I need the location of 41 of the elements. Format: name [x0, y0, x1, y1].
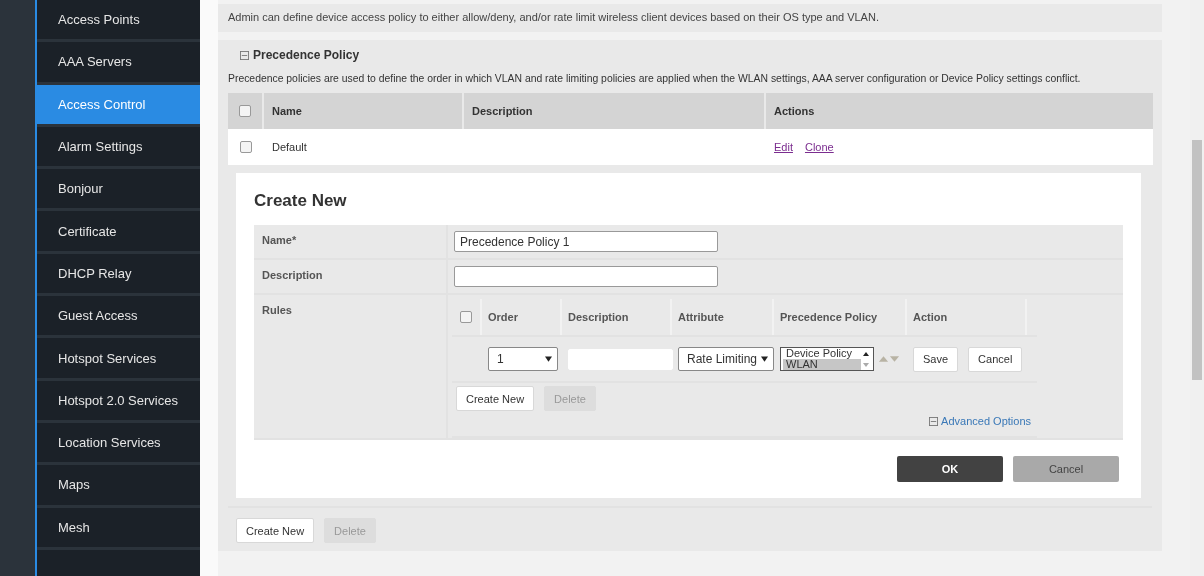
- action-link[interactable]: Clone: [804, 141, 834, 153]
- policy-listbox[interactable]: Device Policy WLAN: [780, 347, 874, 371]
- column-header: Precedence Policy: [774, 299, 907, 335]
- section-description: Precedence policies are used to define the order in which VLAN and rate limiting policies are applied when the WLAN settings, AAA server configuration or Device Policy settings conflict.: [228, 72, 1082, 86]
- cancel-button[interactable]: Cancel: [1013, 456, 1119, 482]
- action-link[interactable]: Edit: [774, 141, 793, 153]
- advanced-options-link[interactable]: Advanced Options: [941, 415, 1031, 427]
- column-header: Order: [482, 299, 562, 335]
- column-header: Attribute: [672, 299, 774, 335]
- sidebar-item[interactable]: Access Control: [37, 84, 200, 127]
- collapse-icon[interactable]: [240, 50, 249, 60]
- checkbox[interactable]: [460, 311, 472, 323]
- table-button[interactable]: Create New: [236, 518, 315, 543]
- form-title: Create New: [254, 191, 348, 211]
- table-cell-text: Default: [271, 141, 308, 153]
- listbox-option[interactable]: WLAN: [783, 359, 861, 370]
- text-field[interactable]: Precedence Policy 1: [454, 231, 718, 252]
- listbox-option[interactable]: Device Policy: [783, 348, 861, 359]
- row-action-button[interactable]: Cancel: [968, 346, 1023, 372]
- dropdown-arrow-icon: [545, 356, 552, 362]
- attribute-dropdown[interactable]: Rate Limiting: [678, 347, 775, 371]
- field-label: Rules: [262, 304, 292, 316]
- rule-button[interactable]: Create New: [456, 386, 535, 411]
- column-header: Actions: [773, 104, 816, 119]
- collapse-icon[interactable]: [929, 416, 939, 426]
- ok-button[interactable]: OK: [897, 456, 1003, 482]
- reorder-arrows-icon[interactable]: [878, 355, 900, 363]
- text-field[interactable]: [454, 266, 718, 287]
- order-dropdown[interactable]: 1: [488, 347, 558, 371]
- row-action-button[interactable]: Save: [913, 346, 959, 372]
- column-header: Action: [907, 299, 1027, 335]
- field-label: Name*: [262, 234, 297, 246]
- checkbox[interactable]: [239, 105, 251, 117]
- dropdown-arrow-icon: [761, 356, 769, 362]
- intro-text: Admin can define device access policy to either allow/deny, and/or rate limit wireless client devices based on their OS type and VLAN.: [228, 11, 879, 23]
- scrollbar[interactable]: [1190, 0, 1204, 576]
- column-header: Description: [562, 299, 672, 335]
- table-row[interactable]: Default Edit Clone: [228, 129, 1153, 165]
- field-label: Description: [262, 269, 323, 281]
- checkbox[interactable]: [240, 141, 252, 153]
- section-title: Precedence Policy: [253, 48, 360, 62]
